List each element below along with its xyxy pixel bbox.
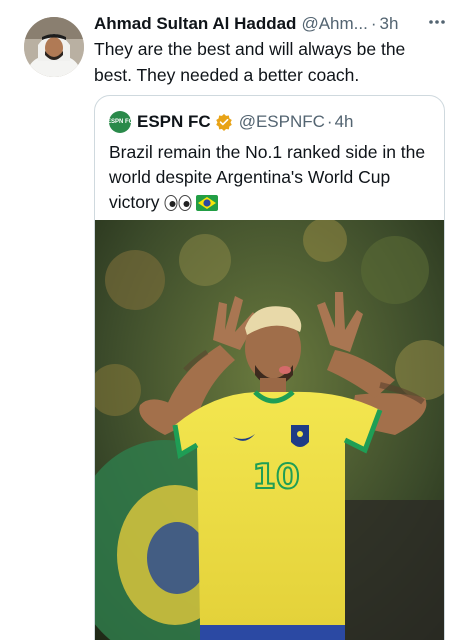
separator-dot: · [370,14,377,33]
eyes-emoji [164,195,192,212]
quoted-tweet-body: Brazil remain the No.1 ranked side in th… [109,142,426,212]
more-options-button[interactable] [427,12,447,38]
quoted-tweet-header: ESPN FC ESPN FC @ESPNFC · 4h [107,110,354,134]
tweet-header: Ahmad Sultan Al Haddad @Ahm... · 3h [94,12,455,36]
brazil-flag-emoji [195,195,218,212]
tweet-time[interactable]: 3h [380,14,399,34]
player-celebration-photo: 10 [95,220,444,640]
tweet-text: They are the best and will always be the… [94,39,406,85]
quoted-tweet-photo[interactable]: 10 [95,220,444,640]
author-handle[interactable]: @Ahm... [301,14,367,34]
verified-badge-icon [215,113,232,131]
author-name[interactable]: Ahmad Sultan Al Haddad [94,14,296,34]
quoted-author-name[interactable]: ESPN FC [137,112,211,132]
espnfc-logo[interactable]: ESPN FC [107,111,133,133]
quoted-tweet-time[interactable]: 4h [335,112,354,132]
separator-dot: · [326,112,333,131]
more-horizontal-icon [429,20,445,24]
author-avatar[interactable] [24,17,84,77]
quoted-author-handle[interactable]: @ESPNFC [239,112,325,132]
quoted-tweet[interactable]: ESPN FC ESPN FC @ESPNFC · 4h Brazil rema… [94,95,445,640]
avatar-image [24,17,84,77]
quoted-tweet-text: Brazil remain the No.1 ranked side in th… [109,140,434,215]
jersey-number: 10 [252,457,299,497]
